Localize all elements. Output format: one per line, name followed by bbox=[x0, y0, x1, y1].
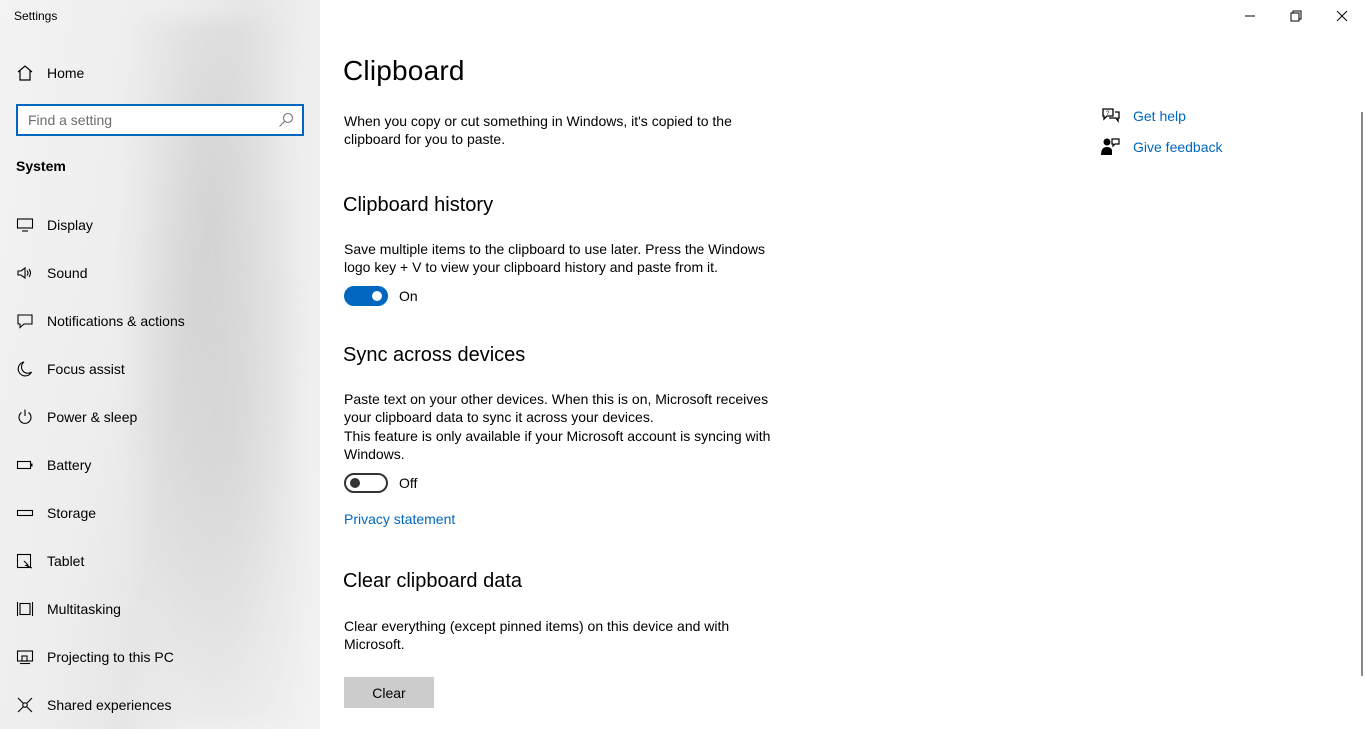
sync-toggle-state: Off bbox=[399, 475, 418, 491]
clear-heading: Clear clipboard data bbox=[343, 570, 522, 592]
home-icon bbox=[17, 65, 33, 81]
clipboard-history-toggle-row: On bbox=[344, 286, 418, 306]
give-feedback-label: Give feedback bbox=[1133, 138, 1223, 155]
close-button[interactable] bbox=[1319, 0, 1365, 32]
search-input[interactable] bbox=[18, 106, 278, 134]
sidebar-item-label: Focus assist bbox=[47, 361, 125, 377]
shared-experiences-icon bbox=[17, 697, 33, 713]
restore-button[interactable] bbox=[1273, 0, 1319, 32]
intro-text: When you copy or cut something in Window… bbox=[344, 113, 732, 147]
sidebar-item-label: Notifications & actions bbox=[47, 313, 185, 329]
sidebar-item-label: Display bbox=[47, 217, 93, 233]
feedback-icon bbox=[1101, 137, 1120, 155]
home-label: Home bbox=[47, 65, 85, 81]
tablet-icon bbox=[16, 553, 33, 569]
sync-toggle[interactable] bbox=[344, 473, 388, 493]
sidebar-nav: Display Sound Notifications & actions Fo… bbox=[0, 201, 320, 729]
window-controls bbox=[1227, 0, 1365, 32]
sidebar-item-label: Multitasking bbox=[47, 601, 121, 617]
sidebar-item-label: Storage bbox=[47, 505, 97, 521]
minimize-icon bbox=[1245, 15, 1255, 17]
give-feedback-link[interactable]: Give feedback bbox=[1100, 131, 1223, 162]
minimize-button[interactable] bbox=[1227, 0, 1273, 32]
app-title: Settings bbox=[14, 9, 58, 23]
sidebar-item-display[interactable]: Display bbox=[0, 201, 320, 249]
projecting-icon bbox=[16, 650, 34, 665]
sidebar-item-shared-experiences[interactable]: Shared experiences bbox=[0, 681, 320, 729]
clipboard-history-heading: Clipboard history bbox=[343, 194, 494, 216]
sidebar-item-battery[interactable]: Battery bbox=[0, 441, 320, 489]
sidebar-item-label: Power & sleep bbox=[47, 409, 138, 425]
sidebar-item-label: Battery bbox=[47, 457, 92, 473]
home-nav-item[interactable]: Home bbox=[16, 62, 84, 84]
sync-note: This feature is only available if your M… bbox=[344, 428, 771, 462]
get-help-label: Get help bbox=[1133, 107, 1186, 124]
clear-description: Clear everything (except pinned items) o… bbox=[344, 618, 730, 652]
sidebar-item-power-sleep[interactable]: Power & sleep bbox=[0, 393, 320, 441]
sidebar-item-label: Projecting to this PC bbox=[47, 649, 174, 665]
sound-icon bbox=[17, 266, 32, 280]
main-content: Clipboard When you copy or cut something… bbox=[320, 0, 1365, 729]
get-help-link[interactable]: ? Get help bbox=[1100, 100, 1223, 131]
search-icon[interactable] bbox=[278, 112, 294, 128]
page-title: Clipboard bbox=[343, 55, 465, 86]
clipboard-history-toggle[interactable] bbox=[344, 286, 388, 306]
search-box[interactable] bbox=[16, 104, 304, 136]
sidebar-item-notifications[interactable]: Notifications & actions bbox=[0, 297, 320, 345]
sidebar-item-projecting[interactable]: Projecting to this PC bbox=[0, 633, 320, 681]
chat-help-icon: ? bbox=[1102, 107, 1120, 123]
scrollbar[interactable] bbox=[1361, 112, 1363, 676]
section-label-system: System bbox=[16, 158, 66, 174]
restore-icon bbox=[1290, 10, 1302, 22]
clipboard-history-toggle-state: On bbox=[399, 288, 418, 304]
sync-toggle-row: Off bbox=[344, 473, 417, 493]
sidebar-item-focus-assist[interactable]: Focus assist bbox=[0, 345, 320, 393]
sync-heading: Sync across devices bbox=[343, 344, 526, 366]
toggle-knob bbox=[372, 291, 382, 301]
sidebar-item-sound[interactable]: Sound bbox=[0, 249, 320, 297]
notifications-icon bbox=[17, 314, 33, 329]
sidebar-item-storage[interactable]: Storage bbox=[0, 489, 320, 537]
power-icon bbox=[18, 409, 32, 424]
privacy-statement-link[interactable]: Privacy statement bbox=[344, 511, 455, 527]
sync-description: Paste text on your other devices. When t… bbox=[344, 391, 769, 425]
clipboard-history-description: Save multiple items to the clipboard to … bbox=[344, 241, 765, 275]
display-icon bbox=[16, 218, 34, 232]
close-icon bbox=[1336, 10, 1348, 22]
sidebar-item-tablet[interactable]: Tablet bbox=[0, 537, 320, 585]
moon-icon bbox=[17, 361, 32, 377]
clear-button[interactable]: Clear bbox=[344, 677, 434, 708]
battery-icon bbox=[16, 460, 33, 470]
help-panel: ? Get help Give feedback bbox=[1100, 100, 1223, 162]
sidebar-item-label: Sound bbox=[47, 265, 88, 281]
multitasking-icon bbox=[16, 602, 34, 616]
storage-icon bbox=[16, 509, 34, 517]
toggle-knob bbox=[350, 478, 360, 488]
sidebar-item-label: Shared experiences bbox=[47, 697, 172, 713]
sidebar-item-multitasking[interactable]: Multitasking bbox=[0, 585, 320, 633]
sidebar-item-label: Tablet bbox=[47, 553, 85, 569]
sidebar: Settings Home System Display Sound bbox=[0, 0, 320, 729]
